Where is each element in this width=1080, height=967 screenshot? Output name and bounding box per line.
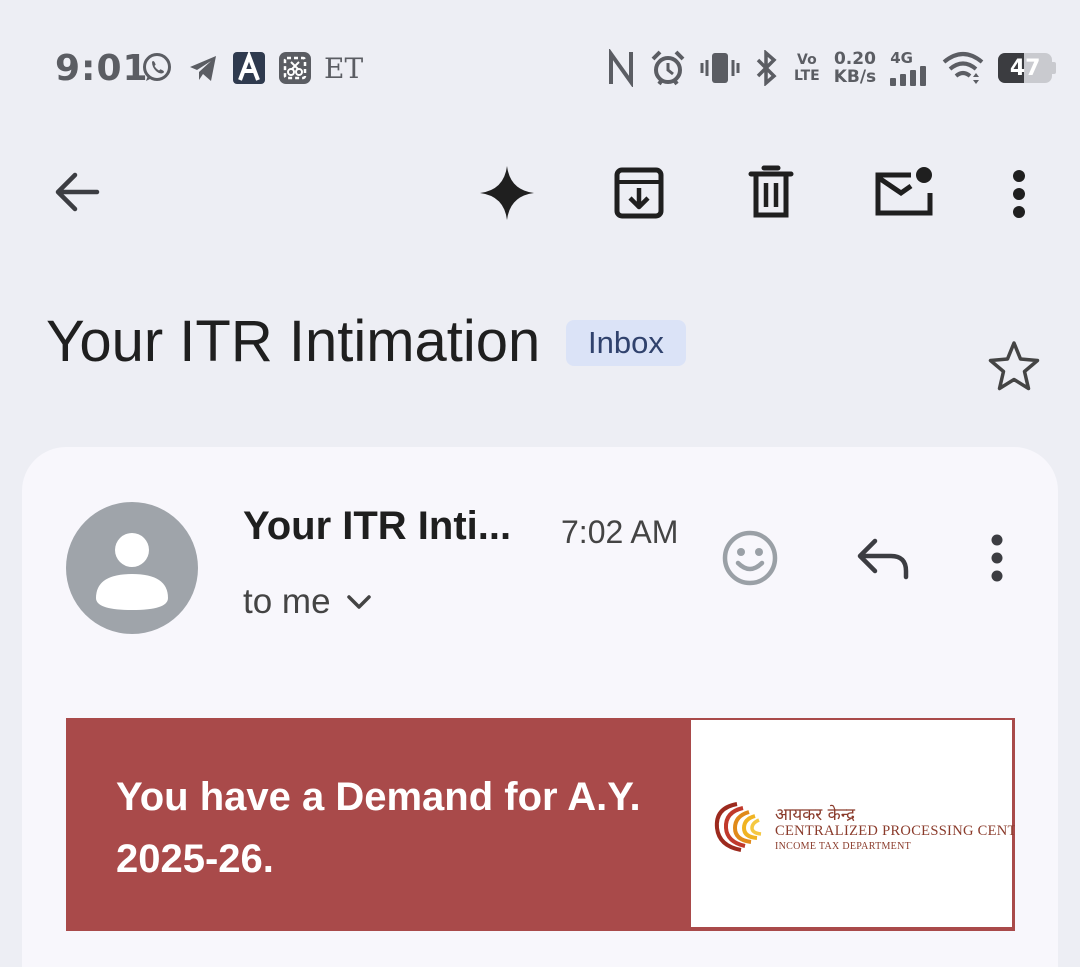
network-type: 4G bbox=[890, 48, 913, 67]
more-vert-icon bbox=[1013, 170, 1025, 218]
battery-level: 47 bbox=[1009, 55, 1041, 81]
cpc-swirl-icon bbox=[714, 802, 762, 852]
reply-button[interactable] bbox=[852, 530, 914, 586]
archive-button[interactable] bbox=[608, 162, 670, 224]
logo-subtitle: INCOME TAX DEPARTMENT bbox=[775, 841, 912, 852]
email-subject: Your ITR Intimation bbox=[46, 309, 541, 374]
bluetooth-icon bbox=[756, 50, 777, 86]
telegram-icon bbox=[190, 56, 216, 81]
whatsapp-icon bbox=[143, 53, 171, 81]
status-time: 9:01 bbox=[55, 48, 149, 89]
recipient-label: to me bbox=[243, 582, 331, 621]
star-button[interactable] bbox=[982, 334, 1046, 398]
gemini-sparkle-icon bbox=[480, 166, 534, 220]
logo-title: CENTRALIZED PROCESSING CENTER bbox=[775, 823, 1015, 839]
reply-icon bbox=[857, 538, 909, 580]
et-icon: ET bbox=[324, 51, 364, 85]
mark-unread-button[interactable] bbox=[870, 160, 936, 222]
net-speed-value: 0.20 bbox=[833, 49, 876, 69]
net-speed: 0.20 KB/s bbox=[834, 50, 876, 86]
net-speed-unit: KB/s bbox=[833, 67, 877, 87]
status-right-icons: Vo LTE 0.20 KB/s 4G 47 bbox=[606, 44, 1057, 92]
email-time: 7:02 AM bbox=[561, 514, 679, 550]
banner-text: You have a Demand for A.Y. 2025-26. bbox=[116, 775, 641, 881]
logo-hindi-text: आयकर केन्द्र bbox=[775, 805, 855, 825]
volte-bottom: LTE bbox=[794, 68, 820, 84]
sender-name[interactable]: Your ITR Inti... bbox=[243, 504, 511, 549]
back-button[interactable] bbox=[46, 160, 106, 224]
volte-icon: Vo LTE bbox=[794, 52, 820, 84]
nfc-icon bbox=[609, 49, 633, 87]
more-vert-icon bbox=[991, 534, 1003, 582]
recipient-toggle[interactable]: to me bbox=[243, 582, 373, 622]
chevron-down-icon bbox=[346, 595, 371, 609]
person-icon bbox=[96, 533, 168, 610]
status-left-icons: ET bbox=[140, 48, 363, 88]
delete-icon bbox=[748, 165, 794, 218]
signal-4g-icon: 4G bbox=[890, 48, 928, 86]
avatar[interactable] bbox=[66, 502, 198, 634]
inbox-label-chip[interactable]: Inbox bbox=[566, 320, 686, 366]
emoji-icon bbox=[722, 530, 778, 586]
a-app-icon bbox=[233, 51, 265, 84]
add-reaction-button[interactable] bbox=[718, 526, 782, 590]
volte-top: Vo bbox=[797, 52, 817, 68]
alarm-icon bbox=[651, 50, 685, 86]
cpc-logo: आयकर केन्द्र CENTRALIZED PROCESSING CENT… bbox=[691, 720, 1015, 927]
battery-icon: 47 bbox=[998, 53, 1057, 83]
wifi-icon bbox=[942, 52, 984, 84]
star-icon bbox=[988, 341, 1040, 391]
gemini-button[interactable] bbox=[474, 160, 540, 226]
message-more-button[interactable] bbox=[980, 530, 1014, 586]
more-options-button[interactable] bbox=[1000, 164, 1038, 224]
back-arrow-icon bbox=[55, 172, 100, 212]
screenshot-app-icon bbox=[279, 52, 311, 84]
archive-icon bbox=[614, 167, 664, 219]
vibrate-icon bbox=[700, 53, 740, 83]
email-banner: You have a Demand for A.Y. 2025-26. आयकर… bbox=[66, 718, 1015, 931]
delete-button[interactable] bbox=[742, 162, 800, 224]
mark-unread-icon bbox=[875, 167, 933, 216]
